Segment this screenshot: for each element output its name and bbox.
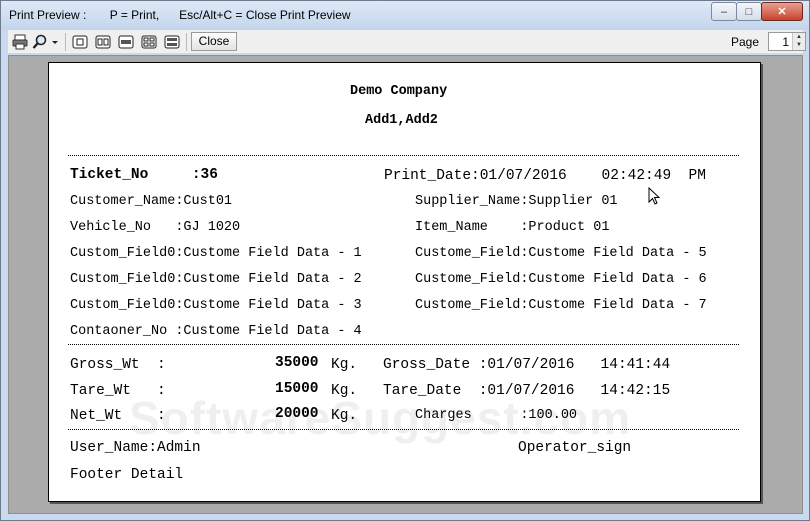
gross-weight-unit: Kg.: [331, 357, 358, 373]
four-page-icon[interactable]: [141, 34, 157, 50]
toolbar-separator: [65, 33, 66, 51]
container-no: Contaoner_No :Custome Field Data - 4: [70, 324, 362, 339]
tare-weight-label: Tare_Wt :: [70, 383, 166, 399]
net-weight-value: 20000: [275, 406, 319, 422]
page-stepper-arrows[interactable]: ▲ ▼: [792, 33, 805, 50]
close-preview-button[interactable]: Close: [191, 32, 237, 51]
close-window-button[interactable]: ✕: [761, 2, 803, 21]
custom-field-2: Custom_Field0:Custome Field Data - 2: [70, 272, 362, 287]
tare-date: Tare_Date :01/07/2016 14:42:15: [383, 383, 671, 399]
three-page-icon[interactable]: [118, 34, 134, 50]
company-address: Add1,Add2: [365, 113, 438, 128]
tare-weight-unit: Kg.: [331, 383, 358, 399]
vehicle-no: Vehicle_No :GJ 1020: [70, 220, 241, 235]
user-name: User_Name:Admin: [70, 440, 201, 456]
preview-toolbar: Close Page 1 ▲ ▼: [8, 30, 806, 54]
net-weight-unit: Kg.: [331, 408, 358, 424]
page-label: Page: [731, 35, 760, 49]
operator-sign: Operator_sign: [518, 440, 632, 456]
divider: [68, 429, 739, 430]
title-bar[interactable]: Print Preview : P = Print, Esc/Alt+C = C…: [1, 1, 809, 30]
page-number[interactable]: 1: [782, 35, 789, 49]
footer-detail: Footer Detail: [70, 467, 184, 483]
custom-field-1: Custom_Field0:Custome Field Data - 1: [70, 246, 362, 261]
print-date: Print_Date:01/07/2016 02:42:49 PM: [384, 168, 706, 184]
window-controls: – □ ✕: [711, 2, 803, 21]
custom-field-5: Custome_Field:Custome Field Data - 5: [415, 246, 707, 261]
charges: Charges :100.00: [415, 408, 578, 423]
report-page: SoftwareSuggest.com Demo Company Add1,Ad…: [48, 62, 761, 502]
company-name: Demo Company: [350, 84, 448, 99]
net-weight-label: Net_Wt :: [70, 408, 166, 424]
divider: [68, 155, 739, 156]
printer-icon[interactable]: [12, 34, 28, 50]
ticket-no: Ticket_No :36: [70, 167, 218, 183]
window-title: Print Preview : P = Print, Esc/Alt+C = C…: [9, 8, 351, 22]
tare-weight-value: 15000: [275, 381, 319, 397]
two-page-icon[interactable]: [95, 34, 111, 50]
maximize-button[interactable]: □: [736, 2, 762, 21]
gross-weight-value: 35000: [275, 355, 319, 371]
custom-field-7: Custome_Field:Custome Field Data - 7: [415, 298, 707, 313]
supplier-name: Supplier_Name:Supplier 01: [415, 194, 618, 209]
toolbar-separator: [186, 33, 187, 51]
customer-name: Customer_Name:Cust01: [70, 194, 233, 209]
six-page-icon[interactable]: [164, 34, 180, 50]
page-stepper[interactable]: 1 ▲ ▼: [768, 32, 806, 51]
custom-field-3: Custom_Field0:Custome Field Data - 3: [70, 298, 362, 313]
minimize-button[interactable]: –: [711, 2, 737, 21]
chevron-down-icon[interactable]: [50, 34, 60, 50]
divider: [68, 344, 739, 345]
gross-weight-label: Gross_Wt :: [70, 357, 166, 373]
one-page-icon[interactable]: [72, 34, 88, 50]
gross-date: Gross_Date :01/07/2016 14:41:44: [383, 357, 671, 373]
item-name: Item_Name :Product 01: [415, 220, 610, 235]
custom-field-6: Custome_Field:Custome Field Data - 6: [415, 272, 707, 287]
zoom-icon[interactable]: [32, 34, 48, 50]
